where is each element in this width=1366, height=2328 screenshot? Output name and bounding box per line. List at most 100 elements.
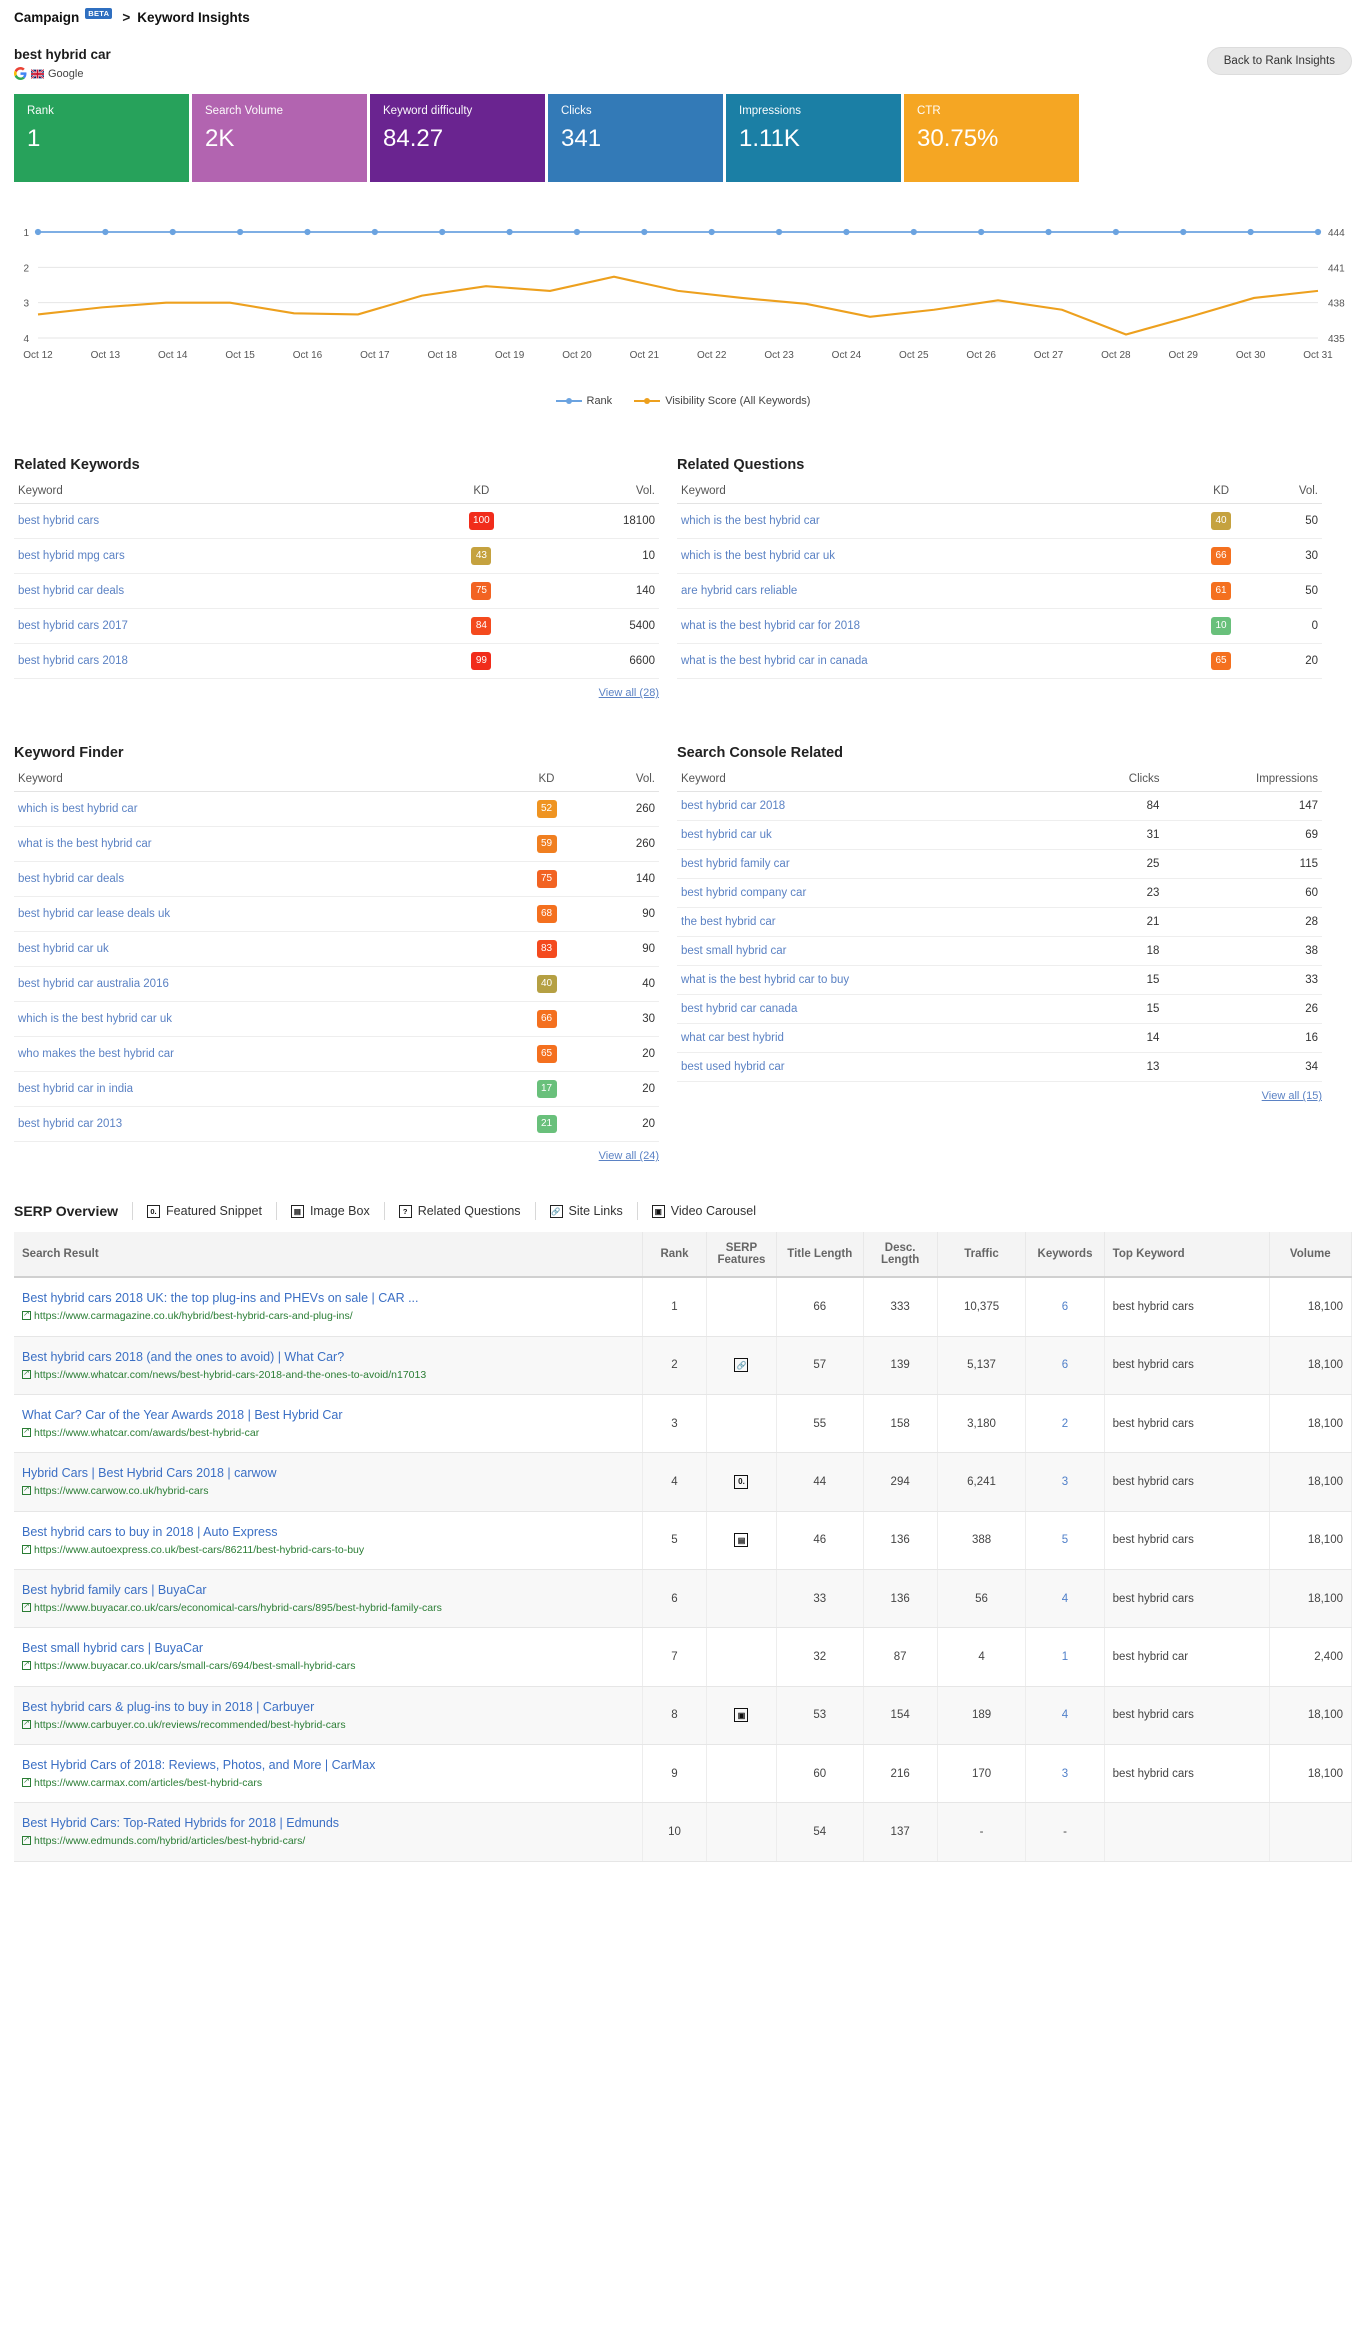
view-all-link[interactable]: View all (24) (599, 1150, 659, 1162)
chart-point-rank[interactable] (1315, 229, 1321, 235)
col-search-result[interactable]: Search Result (14, 1232, 643, 1277)
chart-point-rank[interactable] (439, 229, 445, 235)
result-url[interactable]: https://www.whatcar.com/news/best-hybrid… (22, 1368, 634, 1383)
chart-point-rank[interactable] (304, 229, 310, 235)
image-feature-icon[interactable]: ▤ (734, 1533, 748, 1547)
keyword-link[interactable]: best hybrid family car (681, 858, 790, 870)
keyword-link[interactable]: the best hybrid car (681, 916, 776, 928)
keyword-link[interactable]: are hybrid cars reliable (681, 585, 797, 597)
keyword-link[interactable]: best hybrid car lease deals uk (18, 908, 170, 920)
metric-card-rank[interactable]: Rank1 (14, 94, 189, 182)
result-title-link[interactable]: Best hybrid family cars | BuyaCar (22, 1581, 634, 1599)
keyword-link[interactable]: best hybrid cars 2017 (18, 620, 128, 632)
chart-point-rank[interactable] (1248, 229, 1254, 235)
keywords-count-link[interactable]: 4 (1062, 1593, 1068, 1605)
chart-point-rank[interactable] (237, 229, 243, 235)
keyword-link[interactable]: best hybrid company car (681, 887, 806, 899)
result-url[interactable]: https://www.buyacar.co.uk/cars/small-car… (22, 1659, 634, 1674)
chart-point-rank[interactable] (1045, 229, 1051, 235)
result-title-link[interactable]: What Car? Car of the Year Awards 2018 | … (22, 1406, 634, 1424)
keyword-link[interactable]: which is the best hybrid car uk (681, 550, 835, 562)
result-title-link[interactable]: Hybrid Cars | Best Hybrid Cars 2018 | ca… (22, 1464, 634, 1482)
serp-filter-site-links[interactable]: 🔗Site Links (535, 1202, 637, 1220)
col-title-length[interactable]: Title Length (777, 1232, 864, 1277)
chart-point-rank[interactable] (1180, 229, 1186, 235)
metric-card-keyword-difficulty[interactable]: Keyword difficulty84.27 (370, 94, 545, 182)
keyword-link[interactable]: best hybrid car deals (18, 873, 124, 885)
result-url[interactable]: https://www.carmagazine.co.uk/hybrid/bes… (22, 1309, 634, 1324)
chart-point-rank[interactable] (506, 229, 512, 235)
breadcrumb-campaign[interactable]: Campaign (14, 10, 79, 25)
keyword-link[interactable]: best hybrid car deals (18, 585, 124, 597)
result-url[interactable]: https://www.carbuyer.co.uk/reviews/recom… (22, 1718, 634, 1733)
chart-point-rank[interactable] (1113, 229, 1119, 235)
chart-point-rank[interactable] (776, 229, 782, 235)
chart-point-rank[interactable] (709, 229, 715, 235)
keyword-link[interactable]: best hybrid car 2018 (681, 800, 785, 812)
result-title-link[interactable]: Best Hybrid Cars of 2018: Reviews, Photo… (22, 1756, 634, 1774)
serp-filter-featured-snippet[interactable]: 0.Featured Snippet (132, 1202, 276, 1220)
col-rank[interactable]: Rank (643, 1232, 707, 1277)
keyword-link[interactable]: which is the best hybrid car uk (18, 1013, 172, 1025)
legend-item-visibility[interactable]: Visibility Score (All Keywords) (634, 395, 810, 407)
col-top-keyword[interactable]: Top Keyword (1104, 1232, 1269, 1277)
keyword-link[interactable]: best hybrid car uk (681, 829, 772, 841)
keyword-link[interactable]: best small hybrid car (681, 945, 786, 957)
chart-point-rank[interactable] (35, 229, 41, 235)
metric-card-search-volume[interactable]: Search Volume2K (192, 94, 367, 182)
back-to-rank-insights-button[interactable]: Back to Rank Insights (1207, 47, 1352, 75)
keyword-link[interactable]: what is the best hybrid car for 2018 (681, 620, 860, 632)
keywords-count-link[interactable]: 5 (1062, 1534, 1068, 1546)
serp-filter-related-questions[interactable]: ?Related Questions (384, 1202, 535, 1220)
keyword-link[interactable]: best hybrid car uk (18, 943, 109, 955)
chart-point-rank[interactable] (102, 229, 108, 235)
snippet-feature-icon[interactable]: 0. (734, 1475, 748, 1489)
keyword-link[interactable]: which is best hybrid car (18, 803, 138, 815)
col-traffic[interactable]: Traffic (937, 1232, 1026, 1277)
keyword-link[interactable]: best hybrid mpg cars (18, 550, 125, 562)
col-serp-features[interactable]: SERP Features (706, 1232, 776, 1277)
result-url[interactable]: https://www.buyacar.co.uk/cars/economica… (22, 1601, 634, 1616)
result-url[interactable]: https://www.edmunds.com/hybrid/articles/… (22, 1834, 634, 1849)
link-feature-icon[interactable]: 🔗 (734, 1358, 748, 1372)
keywords-count-link[interactable]: 3 (1062, 1768, 1068, 1780)
result-title-link[interactable]: Best hybrid cars 2018 (and the ones to a… (22, 1348, 634, 1366)
result-url[interactable]: https://www.whatcar.com/awards/best-hybr… (22, 1426, 634, 1441)
keywords-count-link[interactable]: 2 (1062, 1418, 1068, 1430)
chart-point-rank[interactable] (372, 229, 378, 235)
col-volume[interactable]: Volume (1269, 1232, 1351, 1277)
keyword-link[interactable]: best hybrid cars (18, 515, 99, 527)
result-title-link[interactable]: Best hybrid cars & plug-ins to buy in 20… (22, 1698, 634, 1716)
view-all-link[interactable]: View all (15) (1262, 1090, 1322, 1102)
chart-point-rank[interactable] (170, 229, 176, 235)
chart-point-rank[interactable] (911, 229, 917, 235)
keyword-link[interactable]: what is the best hybrid car in canada (681, 655, 868, 667)
keywords-count-link[interactable]: 4 (1062, 1709, 1068, 1721)
keyword-link[interactable]: what car best hybrid (681, 1032, 784, 1044)
result-url[interactable]: https://www.carmax.com/articles/best-hyb… (22, 1776, 634, 1791)
keyword-link[interactable]: what is the best hybrid car to buy (681, 974, 849, 986)
keyword-link[interactable]: which is the best hybrid car (681, 515, 820, 527)
col-desc-length[interactable]: Desc. Length (863, 1232, 937, 1277)
keywords-count-link[interactable]: 3 (1062, 1476, 1068, 1488)
keywords-count-link[interactable]: 6 (1062, 1359, 1068, 1371)
metric-card-ctr[interactable]: CTR30.75% (904, 94, 1079, 182)
result-title-link[interactable]: Best Hybrid Cars: Top-Rated Hybrids for … (22, 1814, 634, 1832)
keyword-link[interactable]: best hybrid car australia 2016 (18, 978, 169, 990)
result-title-link[interactable]: Best small hybrid cars | BuyaCar (22, 1639, 634, 1657)
result-title-link[interactable]: Best hybrid cars to buy in 2018 | Auto E… (22, 1523, 634, 1541)
col-keywords[interactable]: Keywords (1026, 1232, 1104, 1277)
legend-item-rank[interactable]: Rank (556, 395, 613, 407)
keyword-link[interactable]: best hybrid car in india (18, 1083, 133, 1095)
result-url[interactable]: https://www.carwow.co.uk/hybrid-cars (22, 1484, 634, 1499)
keyword-link[interactable]: who makes the best hybrid car (18, 1048, 174, 1060)
keywords-count-link[interactable]: 6 (1062, 1301, 1068, 1313)
serp-filter-image-box[interactable]: ▤Image Box (276, 1202, 384, 1220)
metric-card-impressions[interactable]: Impressions1.11K (726, 94, 901, 182)
chart-point-rank[interactable] (843, 229, 849, 235)
serp-filter-video-carousel[interactable]: ▣Video Carousel (637, 1202, 770, 1220)
keyword-link[interactable]: best hybrid car canada (681, 1003, 797, 1015)
view-all-link[interactable]: View all (28) (599, 687, 659, 699)
video-feature-icon[interactable]: ▣ (734, 1708, 748, 1722)
keyword-link[interactable]: best used hybrid car (681, 1061, 785, 1073)
